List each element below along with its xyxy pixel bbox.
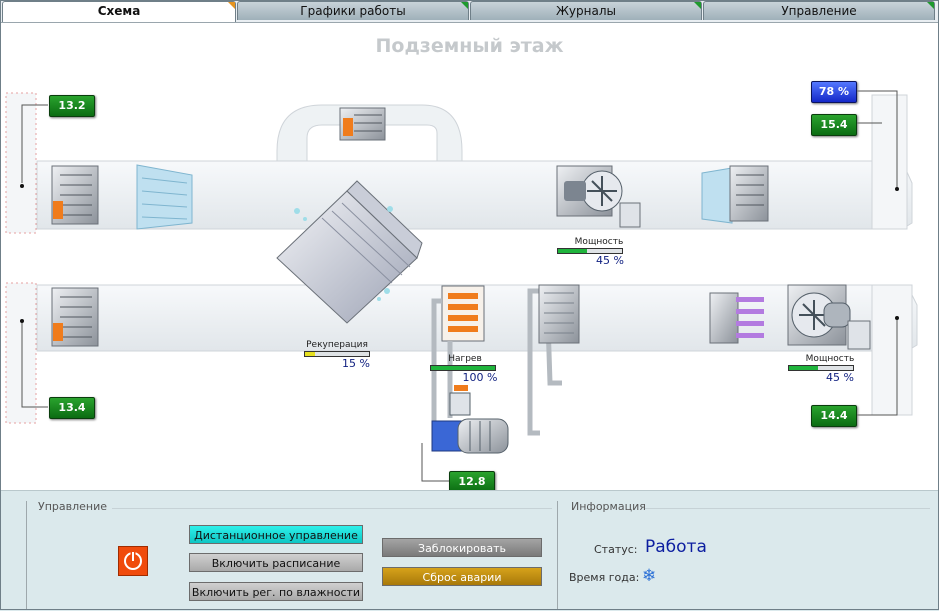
tab-label: Управление (781, 4, 857, 18)
middle-separator (557, 501, 558, 609)
status-value: Работа (645, 537, 707, 557)
recuperation-fill (305, 352, 315, 356)
heating-fill (431, 366, 495, 370)
humidity-indicator: 78 % (811, 81, 857, 103)
recuperation-label: Рекуперация (306, 340, 368, 350)
info-group-title: Информация (571, 500, 646, 513)
tab-charts[interactable]: Графики работы (237, 1, 469, 20)
left-separator (26, 501, 27, 609)
tab-logs[interactable]: Журналы (470, 1, 702, 20)
heating-label: Нагрев (448, 354, 482, 364)
lock-button[interactable]: Заблокировать (382, 538, 542, 557)
recuperation-value: 15 % (342, 357, 370, 370)
supply-fan-label: Мощность (574, 237, 624, 247)
outdoor-temp-top: 13.2 °C (49, 95, 95, 132)
bottom-panel: Управление Информация Дистанционное упра… (0, 490, 939, 611)
tab-label: Схема (97, 4, 141, 18)
outdoor-temp-bottom: 13.4 °C (49, 397, 95, 434)
supply-fan-value: 45 % (596, 254, 624, 267)
status-label: Статус: (594, 543, 638, 556)
supply-temp: 15.4 °C (811, 114, 857, 151)
power-icon (124, 551, 142, 570)
tab-label: Графики работы (300, 4, 406, 18)
scheme-panel: Подземный этаж 13.2 °C 13.4 °C 78 % 15.4… (2, 23, 937, 490)
tab-label: Журналы (556, 4, 616, 18)
heating-value: 100 % (462, 371, 498, 384)
snowflake-icon: ❄ (642, 566, 657, 586)
control-title-line (112, 508, 552, 509)
heater-water-temp: 12.8 °C (449, 471, 495, 490)
ahu-diagram (5, 90, 918, 482)
schedule-button[interactable]: Включить расписание (189, 553, 363, 572)
humidity-control-button[interactable]: Включить рег. по влажности (189, 582, 363, 601)
tab-bar: Схема Графики работы Журналы Управление (0, 0, 939, 23)
exhaust-fan-label: Мощность (805, 354, 855, 364)
exhaust-fan-fill (789, 366, 818, 370)
season-label: Время года: (569, 571, 640, 584)
control-group-title: Управление (38, 500, 108, 513)
tab-scheme[interactable]: Схема (2, 1, 236, 22)
exhaust-temp: 14.4 °C (811, 405, 857, 442)
tab-control[interactable]: Управление (703, 1, 935, 20)
power-button[interactable] (118, 546, 148, 576)
exhaust-fan-value: 45 % (826, 371, 854, 384)
info-title-line (645, 508, 930, 509)
remote-control-button[interactable]: Дистанционное управление (189, 525, 363, 544)
reset-alarm-button[interactable]: Сброс аварии (382, 567, 542, 586)
supply-fan-fill (558, 249, 587, 253)
